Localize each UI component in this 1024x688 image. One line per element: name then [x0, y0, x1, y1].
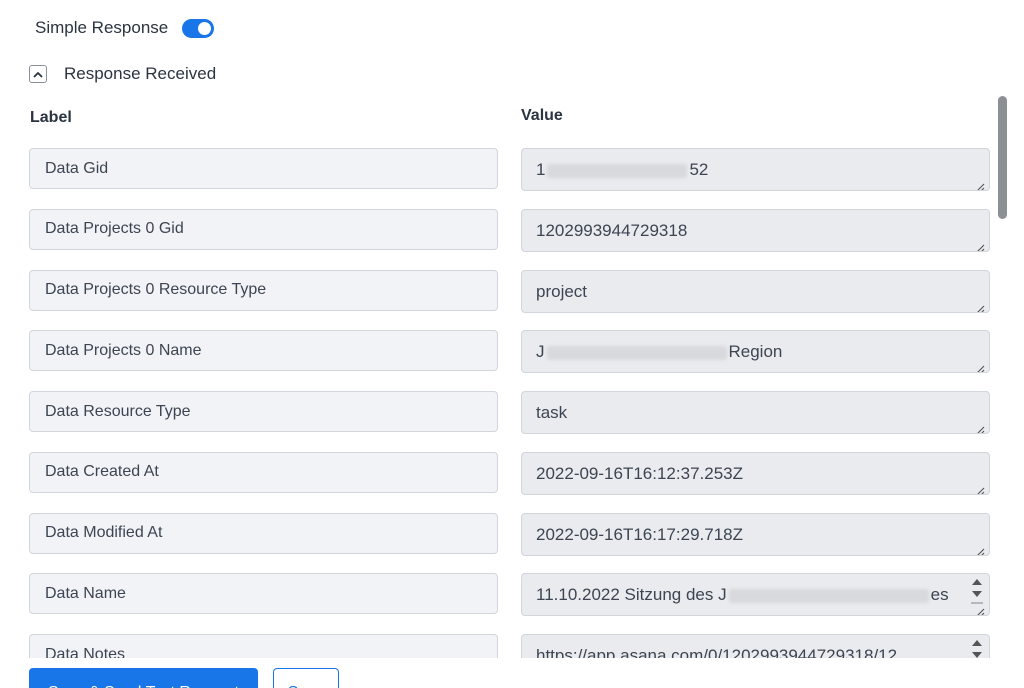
- simple-response-label: Simple Response: [35, 18, 169, 37]
- field-value[interactable]: 1 52: [521, 148, 990, 191]
- field-value[interactable]: J Region: [521, 330, 990, 374]
- field-value[interactable]: project: [521, 269, 990, 313]
- scroll-up-icon[interactable]: [972, 576, 982, 588]
- value-text: project: [536, 281, 588, 301]
- table-row: Data Name 11.10.2022 Sitzung des J es: [0, 573, 1000, 617]
- toggle-knob: [198, 21, 212, 35]
- simple-response-toggle[interactable]: [182, 18, 215, 38]
- value-column-header: Value: [521, 107, 563, 124]
- scroll-down-icon[interactable]: [972, 649, 982, 658]
- value-text-start: 1: [536, 160, 546, 179]
- field-value[interactable]: 2022-09-16T16:17:29.718Z: [521, 512, 990, 556]
- label-column-header: Label: [30, 109, 72, 126]
- redaction-blur: [728, 588, 929, 603]
- save-button[interactable]: Save: [273, 668, 339, 688]
- value-text-end: es: [930, 585, 949, 605]
- field-value[interactable]: 2022-09-16T16:12:37.253Z: [521, 451, 990, 495]
- value-text-end: 52: [689, 160, 709, 179]
- field-label[interactable]: Data Created At: [29, 451, 498, 493]
- redaction-blur: [546, 345, 727, 360]
- field-value[interactable]: 11.10.2022 Sitzung des J es: [521, 573, 990, 617]
- response-panel: Simple Response Response Received Label …: [0, 0, 1024, 688]
- value-text-end: Region: [728, 342, 783, 362]
- response-received-row: Response Received: [29, 62, 216, 86]
- field-label[interactable]: Data Resource Type: [29, 391, 498, 432]
- scroll-up-icon[interactable]: [972, 637, 982, 649]
- table-row: Data Projects 0 Gid 1202993944729318: [0, 208, 1000, 253]
- field-label[interactable]: Data Gid: [29, 148, 498, 189]
- field-label[interactable]: Data Notes: [29, 634, 498, 658]
- chevron-up-icon: [33, 71, 43, 77]
- field-label[interactable]: Data Projects 0 Name: [29, 330, 498, 372]
- scrollbar[interactable]: [998, 96, 1008, 658]
- table-row: Data Notes https://app.asana.com/0/120299…: [0, 634, 1000, 658]
- collapse-button[interactable]: [29, 65, 47, 83]
- value-text-start: J: [536, 342, 545, 362]
- table-row: Data Gid 1 52: [0, 148, 1000, 192]
- scrollbar-thumb[interactable]: [998, 96, 1007, 219]
- table-row: Data Resource Type task: [0, 391, 1000, 435]
- resize-handle-icon[interactable]: [976, 177, 985, 190]
- field-label[interactable]: Data Projects 0 Resource Type: [29, 269, 498, 311]
- scroll-down-icon[interactable]: [972, 588, 982, 600]
- field-label[interactable]: Data Projects 0 Gid: [29, 208, 498, 250]
- response-fields-scroll[interactable]: Label Value Data Gid 1 52 Data Projects 0 G…: [0, 96, 1024, 658]
- save-and-send-test-button[interactable]: Save & Send Test Request: [29, 668, 258, 688]
- resize-handle-icon[interactable]: [976, 238, 985, 251]
- value-text: 2022-09-16T16:17:29.718Z: [536, 524, 743, 544]
- textarea-scrollbar[interactable]: [969, 637, 985, 658]
- resize-handle-icon[interactable]: [976, 602, 985, 616]
- field-value[interactable]: task: [521, 391, 990, 434]
- table-row: Data Projects 0 Name J Region: [0, 330, 1000, 374]
- resize-handle-icon[interactable]: [976, 481, 985, 494]
- resize-handle-icon[interactable]: [976, 359, 985, 373]
- value-text: 1202993944729318: [536, 220, 688, 240]
- resize-handle-icon[interactable]: [976, 299, 985, 312]
- simple-response-row: Simple Response: [35, 16, 215, 40]
- field-label[interactable]: Data Modified At: [29, 512, 498, 554]
- value-text: 2022-09-16T16:12:37.253Z: [536, 463, 743, 483]
- redaction-blur: [547, 163, 688, 178]
- table-row: Data Created At 2022-09-16T16:12:37.253Z: [0, 451, 1000, 496]
- value-text: https://app.asana.com/0/1202993944729318…: [536, 646, 898, 658]
- response-received-label: Response Received: [64, 64, 217, 83]
- value-text: task: [536, 403, 568, 422]
- field-value[interactable]: https://app.asana.com/0/1202993944729318…: [521, 634, 990, 658]
- table-row: Data Projects 0 Resource Type project: [0, 269, 1000, 314]
- field-label[interactable]: Data Name: [29, 573, 498, 615]
- table-row: Data Modified At 2022-09-16T16:17:29.718Z: [0, 512, 1000, 557]
- resize-handle-icon[interactable]: [976, 420, 985, 433]
- field-value[interactable]: 1202993944729318: [521, 208, 990, 252]
- value-text-start: 11.10.2022 Sitzung des J: [536, 585, 727, 605]
- resize-handle-icon[interactable]: [976, 542, 985, 555]
